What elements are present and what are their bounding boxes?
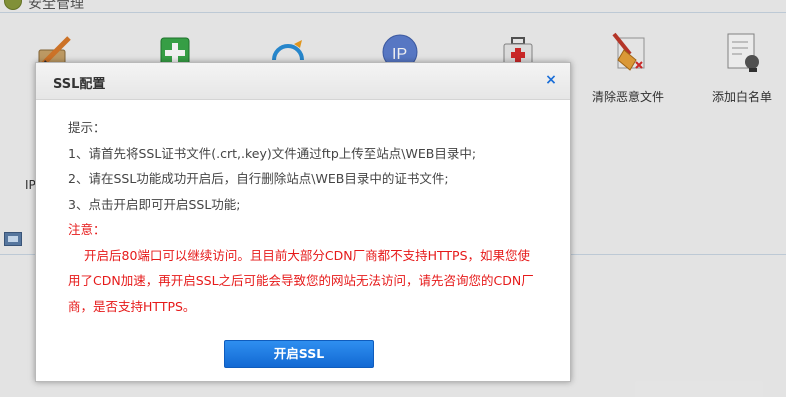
dialog-title: SSL配置 [53, 77, 106, 92]
tip-line: 2、请在SSL功能成功开启后，自行删除站点\WEB目录中的证书文件; [68, 171, 449, 186]
notice-text: 开启后80端口可以继续访问。且目前大部分CDN厂商都不支持HTTPS，如果您使用… [68, 243, 538, 320]
ssl-config-dialog: SSL配置 × 提示： 1、请首先将SSL证书文件(.crt,.key)文件通过… [35, 62, 571, 382]
notice-text-content: 开启后80端口可以继续访问。且目前大部分CDN厂商都不支持HTTPS，如果您使用… [68, 247, 534, 314]
close-icon[interactable]: × [543, 72, 559, 88]
tips-heading: 提示： [68, 120, 106, 135]
tip-line: 3、点击开启即可开启SSL功能; [68, 196, 241, 212]
notice-heading: 注意： [68, 222, 106, 237]
tip-line: 1、请首先将SSL证书文件(.crt,.key)文件通过ftp上传至站点\WEB… [68, 145, 477, 161]
dialog-body: 提示： 1、请首先将SSL证书文件(.crt,.key)文件通过ftp上传至站点… [68, 115, 538, 319]
dialog-titlebar: SSL配置 × [36, 63, 570, 100]
enable-ssl-button[interactable]: 开启SSL [224, 340, 374, 368]
